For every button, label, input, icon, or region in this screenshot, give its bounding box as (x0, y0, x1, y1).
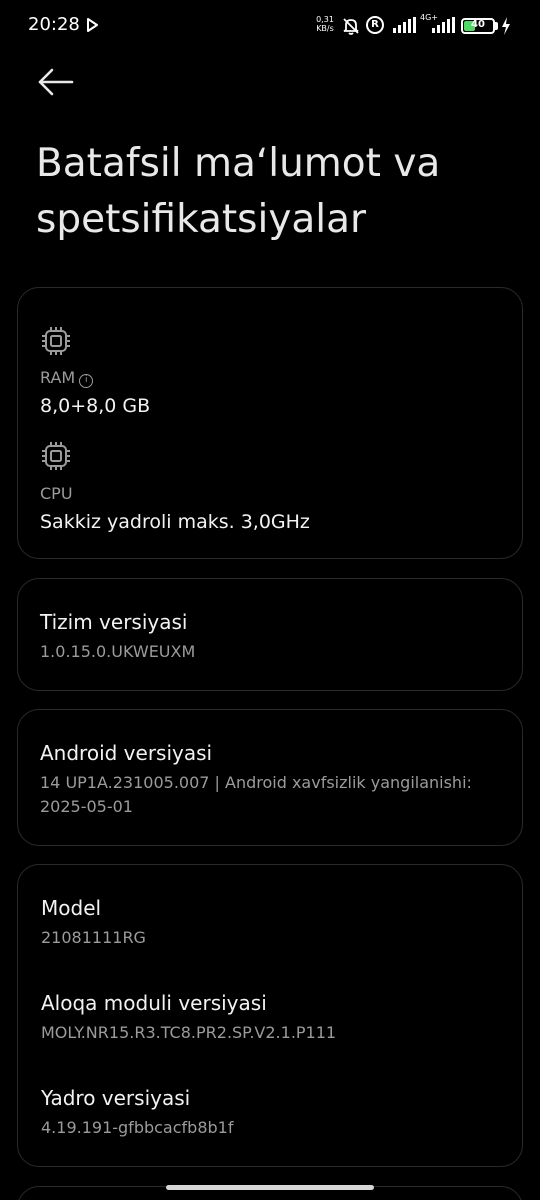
model-value: 21081111RG (41, 928, 146, 947)
bolt-icon (502, 17, 510, 35)
play-icon (87, 18, 98, 32)
status-bar: 20:28 0,31 KB/s R 4G+ 40 (0, 0, 540, 52)
roaming-icon: R (366, 16, 384, 34)
network-speed-unit: KB/s (316, 24, 334, 33)
system-version-value: 1.0.15.0.UKWEUXM (40, 642, 196, 661)
page-title: Batafsil maʻlumot va spetsifikatsiyalar (36, 141, 441, 242)
baseband-value: MOLY.NR15.R3.TC8.PR2.SP.V2.1.P111 (41, 1023, 337, 1042)
baseband-title: Aloqa moduli versiyasi (41, 991, 267, 1015)
status-time: 20:28 (28, 14, 80, 35)
network-speed-value: 0,31 (316, 15, 334, 24)
chip-icon (42, 442, 70, 470)
signal-strength-icon (393, 17, 416, 33)
system-version-card[interactable]: Tizim versiyasi 1.0.15.0.UKWEUXM (17, 578, 523, 691)
network-speed: 0,31 KB/s (313, 15, 337, 33)
model-title: Model (41, 896, 102, 920)
kernel-value: 4.19.191-gfbbcacfb8b1f (41, 1118, 234, 1137)
bell-off-icon (343, 18, 359, 35)
android-version-value: 14 UP1A.231005.007 | Android xavfsizlik … (40, 771, 510, 819)
back-arrow-icon (38, 68, 74, 96)
android-version-title: Android versiyasi (40, 741, 213, 765)
signal-strength-icon (432, 17, 455, 33)
back-button[interactable] (34, 62, 78, 102)
android-version-card[interactable]: Android versiyasi 14 UP1A.231005.007 | A… (17, 709, 523, 846)
info-icon[interactable]: i (79, 374, 94, 388)
ram-value: 8,0+8,0 GB (40, 395, 151, 417)
system-version-title: Tizim versiyasi (40, 610, 188, 634)
ram-label-row[interactable]: RAM i (40, 368, 94, 388)
ram-label: RAM (40, 368, 76, 387)
kernel-title: Yadro versiyasi (41, 1086, 191, 1110)
chip-icon (42, 327, 70, 355)
android-version-line-2: 2025-05-01 (40, 797, 133, 816)
cpu-label: CPU (40, 484, 73, 503)
home-indicator[interactable] (166, 1185, 374, 1190)
battery-cap (495, 22, 498, 30)
battery-level: 40 (471, 19, 485, 30)
android-version-line-1: 14 UP1A.231005.007 | Android xavfsizlik … (40, 773, 472, 792)
battery-icon: 40 (461, 18, 495, 34)
device-info-card: Model 21081111RG Aloqa moduli versiyasi … (17, 864, 523, 1167)
hardware-card: RAM i 8,0+8,0 GB CPU Sakkiz yadroli maks.… (17, 287, 523, 559)
cpu-value: Sakkiz yadroli maks. 3,0GHz (40, 511, 310, 533)
